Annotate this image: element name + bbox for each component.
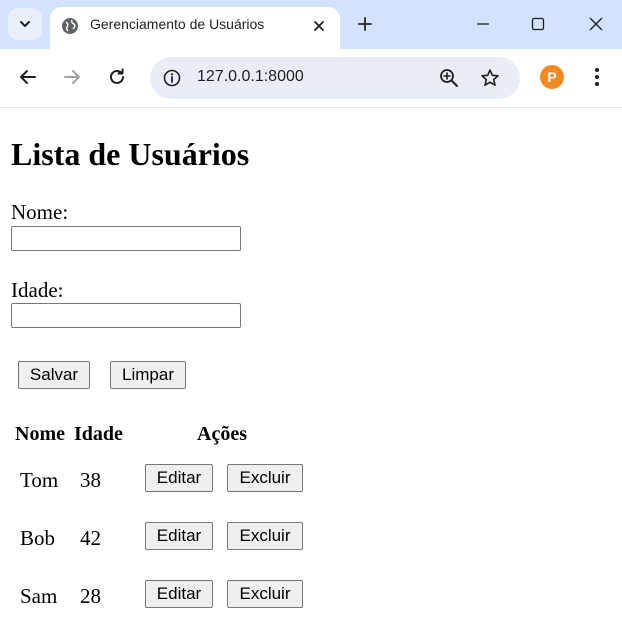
- forward-button[interactable]: [56, 61, 88, 93]
- cell-name: Tom: [20, 468, 59, 492]
- new-tab-button[interactable]: [352, 11, 378, 37]
- clear-button[interactable]: Limpar: [110, 361, 186, 389]
- age-label: Idade:: [11, 278, 64, 302]
- minimize-button[interactable]: [463, 8, 503, 40]
- delete-button[interactable]: Excluir: [227, 464, 303, 492]
- cell-name: Sam: [20, 584, 58, 608]
- cell-age: 42: [80, 526, 101, 550]
- reload-button[interactable]: [101, 61, 133, 93]
- reload-icon: [110, 68, 124, 84]
- active-tab[interactable]: Gerenciamento de Usuários: [50, 7, 340, 49]
- cell-age: 28: [80, 584, 101, 608]
- arrow-right-icon: [64, 70, 80, 84]
- star-icon: [481, 69, 499, 86]
- maximize-icon: [531, 17, 545, 31]
- column-header-actions: Ações: [197, 423, 247, 445]
- close-window-button[interactable]: [576, 8, 616, 40]
- back-button[interactable]: [12, 61, 44, 93]
- browser-menu-button[interactable]: [585, 63, 609, 91]
- globe-icon: [62, 18, 78, 34]
- cell-name: Bob: [20, 526, 56, 550]
- tab-title: Gerenciamento de Usuários: [90, 16, 265, 32]
- delete-button[interactable]: Excluir: [227, 580, 303, 608]
- minimize-icon: [477, 23, 489, 25]
- zoom-button[interactable]: [437, 66, 461, 90]
- close-icon: [589, 17, 603, 31]
- edit-button[interactable]: Editar: [145, 464, 213, 492]
- age-input[interactable]: [11, 303, 241, 328]
- browser-tab-strip: Gerenciamento de Usuários: [0, 0, 622, 49]
- column-header-age: Idade: [74, 423, 123, 445]
- tab-close-button[interactable]: [308, 15, 330, 37]
- cell-age: 38: [80, 468, 101, 492]
- browser-toolbar: 127.0.0.1:8000 P: [0, 49, 622, 108]
- delete-button[interactable]: Excluir: [227, 522, 303, 550]
- column-header-name: Nome: [15, 423, 65, 445]
- edit-button[interactable]: Editar: [145, 580, 213, 608]
- profile-initial: P: [547, 69, 557, 85]
- page-title: Lista de Usuários: [11, 136, 250, 172]
- chevron-down-icon: [20, 21, 30, 27]
- url-text: 127.0.0.1:8000: [197, 68, 304, 85]
- name-input[interactable]: [11, 226, 241, 251]
- edit-button[interactable]: Editar: [145, 522, 213, 550]
- address-bar[interactable]: 127.0.0.1:8000: [150, 57, 520, 99]
- profile-avatar[interactable]: P: [540, 65, 564, 89]
- zoom-in-icon: [440, 69, 458, 87]
- bookmark-button[interactable]: [478, 66, 502, 90]
- arrow-left-icon: [20, 70, 36, 84]
- tab-search-button[interactable]: [8, 8, 42, 40]
- plus-icon: [358, 17, 372, 31]
- close-icon: [314, 21, 324, 31]
- info-icon: [163, 69, 181, 87]
- name-label: Nome:: [11, 200, 69, 224]
- site-info-button[interactable]: [160, 66, 184, 90]
- save-button[interactable]: Salvar: [18, 361, 90, 389]
- maximize-button[interactable]: [518, 8, 558, 40]
- page-content: Lista de Usuários Nome: Idade: Salvar Li…: [0, 108, 622, 629]
- more-vert-icon: [595, 68, 599, 86]
